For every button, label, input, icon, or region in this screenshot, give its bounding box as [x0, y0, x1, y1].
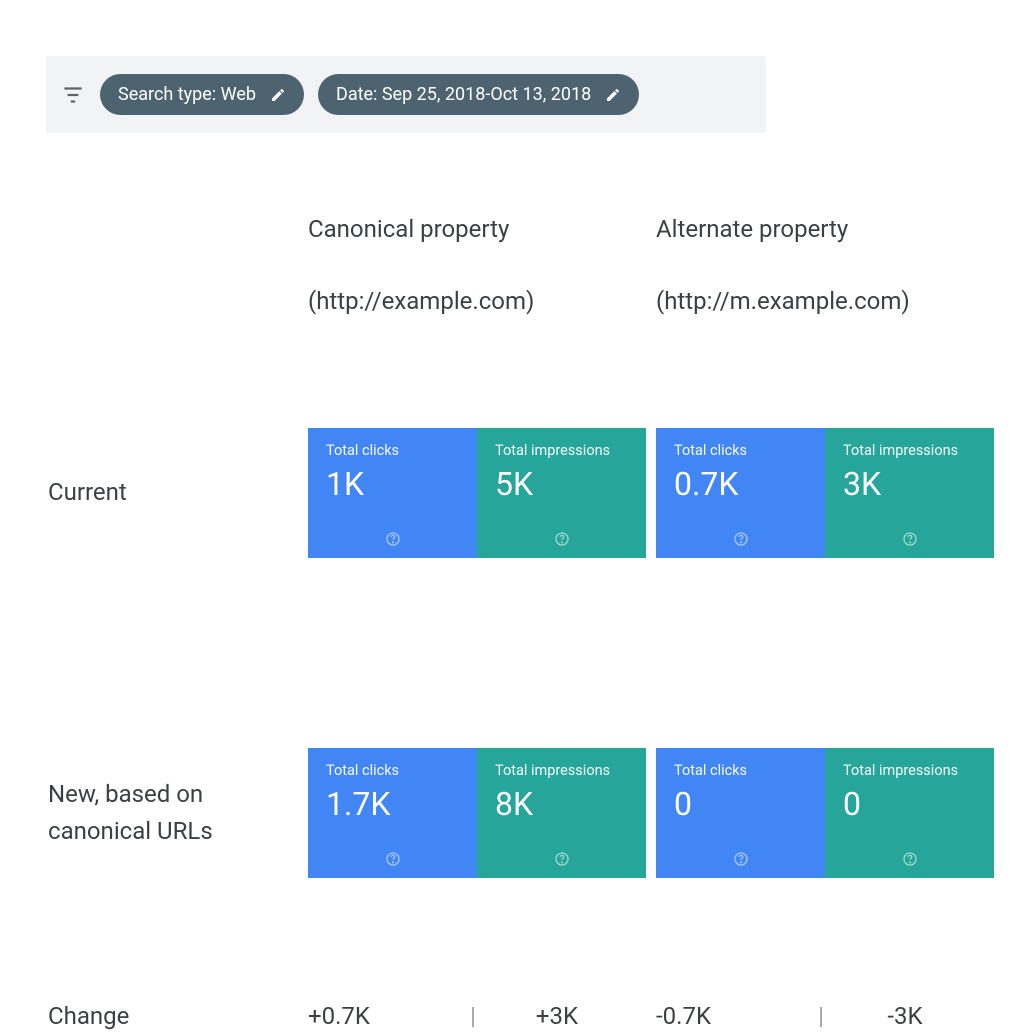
column-header-alternate: Alternate property (http://m.example.com… — [656, 213, 994, 318]
metric-label: Total clicks — [674, 762, 809, 779]
help-icon[interactable] — [554, 851, 570, 871]
filter-bar: Search type: Web Date: Sep 25, 2018-Oct … — [46, 56, 766, 133]
change-alternate: -0.7K | -3K — [656, 998, 994, 1035]
metric-value: 0 — [674, 785, 809, 823]
row-label-current: Current — [48, 428, 308, 558]
search-type-chip[interactable]: Search type: Web — [100, 74, 304, 115]
row-label-new: New, based on canonical URLs — [48, 748, 308, 878]
new-canonical-pair: Total clicks 1.7K Total impressions 8K — [308, 748, 646, 878]
change-canonical-clicks: +0.7K — [308, 1002, 470, 1030]
tile-current-canonical-impressions[interactable]: Total impressions 5K — [477, 428, 646, 558]
metric-label: Total impressions — [843, 762, 978, 779]
tile-new-alternate-clicks[interactable]: Total clicks 0 — [656, 748, 825, 878]
row-label-change: Change — [48, 998, 308, 1035]
tile-current-alternate-clicks[interactable]: Total clicks 0.7K — [656, 428, 825, 558]
help-icon[interactable] — [733, 851, 749, 871]
metric-value: 0 — [843, 785, 978, 823]
metric-label: Total clicks — [326, 442, 461, 459]
current-alternate-pair: Total clicks 0.7K Total impressions 3K — [656, 428, 994, 558]
help-icon[interactable] — [733, 531, 749, 551]
change-alternate-impressions: -3K — [824, 1002, 986, 1030]
tile-current-alternate-impressions[interactable]: Total impressions 3K — [825, 428, 994, 558]
new-alternate-pair: Total clicks 0 Total impressions 0 — [656, 748, 994, 878]
change-canonical: +0.7K | +3K — [308, 998, 646, 1035]
column-header-canonical-title: Canonical property — [308, 215, 509, 243]
tile-current-canonical-clicks[interactable]: Total clicks 1K — [308, 428, 477, 558]
metric-value: 0.7K — [674, 465, 809, 503]
filter-icon[interactable] — [60, 82, 86, 108]
change-alternate-clicks: -0.7K — [656, 1002, 818, 1030]
pencil-icon — [605, 87, 621, 103]
tile-new-canonical-clicks[interactable]: Total clicks 1.7K — [308, 748, 477, 878]
empty-corner — [48, 213, 308, 318]
metric-value: 1.7K — [326, 785, 461, 823]
help-icon[interactable] — [902, 531, 918, 551]
metric-label: Total clicks — [326, 762, 461, 779]
metric-label: Total impressions — [843, 442, 978, 459]
column-header-alternate-subtitle: (http://m.example.com) — [656, 285, 994, 317]
metric-label: Total clicks — [674, 442, 809, 459]
help-icon[interactable] — [902, 851, 918, 871]
tile-new-canonical-impressions[interactable]: Total impressions 8K — [477, 748, 646, 878]
current-canonical-pair: Total clicks 1K Total impressions 5K — [308, 428, 646, 558]
change-canonical-impressions: +3K — [476, 1002, 638, 1030]
column-header-alternate-title: Alternate property — [656, 215, 848, 243]
metric-value: 3K — [843, 465, 978, 503]
tile-new-alternate-impressions[interactable]: Total impressions 0 — [825, 748, 994, 878]
metric-value: 8K — [495, 785, 630, 823]
column-header-canonical: Canonical property (http://example.com) — [308, 213, 646, 318]
help-icon[interactable] — [554, 531, 570, 551]
pencil-icon — [270, 87, 286, 103]
search-type-chip-label: Search type: Web — [118, 84, 256, 105]
help-icon[interactable] — [385, 851, 401, 871]
date-range-chip[interactable]: Date: Sep 25, 2018-Oct 13, 2018 — [318, 74, 639, 115]
column-header-canonical-subtitle: (http://example.com) — [308, 285, 646, 317]
help-icon[interactable] — [385, 531, 401, 551]
metric-label: Total impressions — [495, 762, 630, 779]
metric-value: 1K — [326, 465, 461, 503]
date-range-chip-label: Date: Sep 25, 2018-Oct 13, 2018 — [336, 84, 591, 105]
metric-value: 5K — [495, 465, 630, 503]
metric-label: Total impressions — [495, 442, 630, 459]
